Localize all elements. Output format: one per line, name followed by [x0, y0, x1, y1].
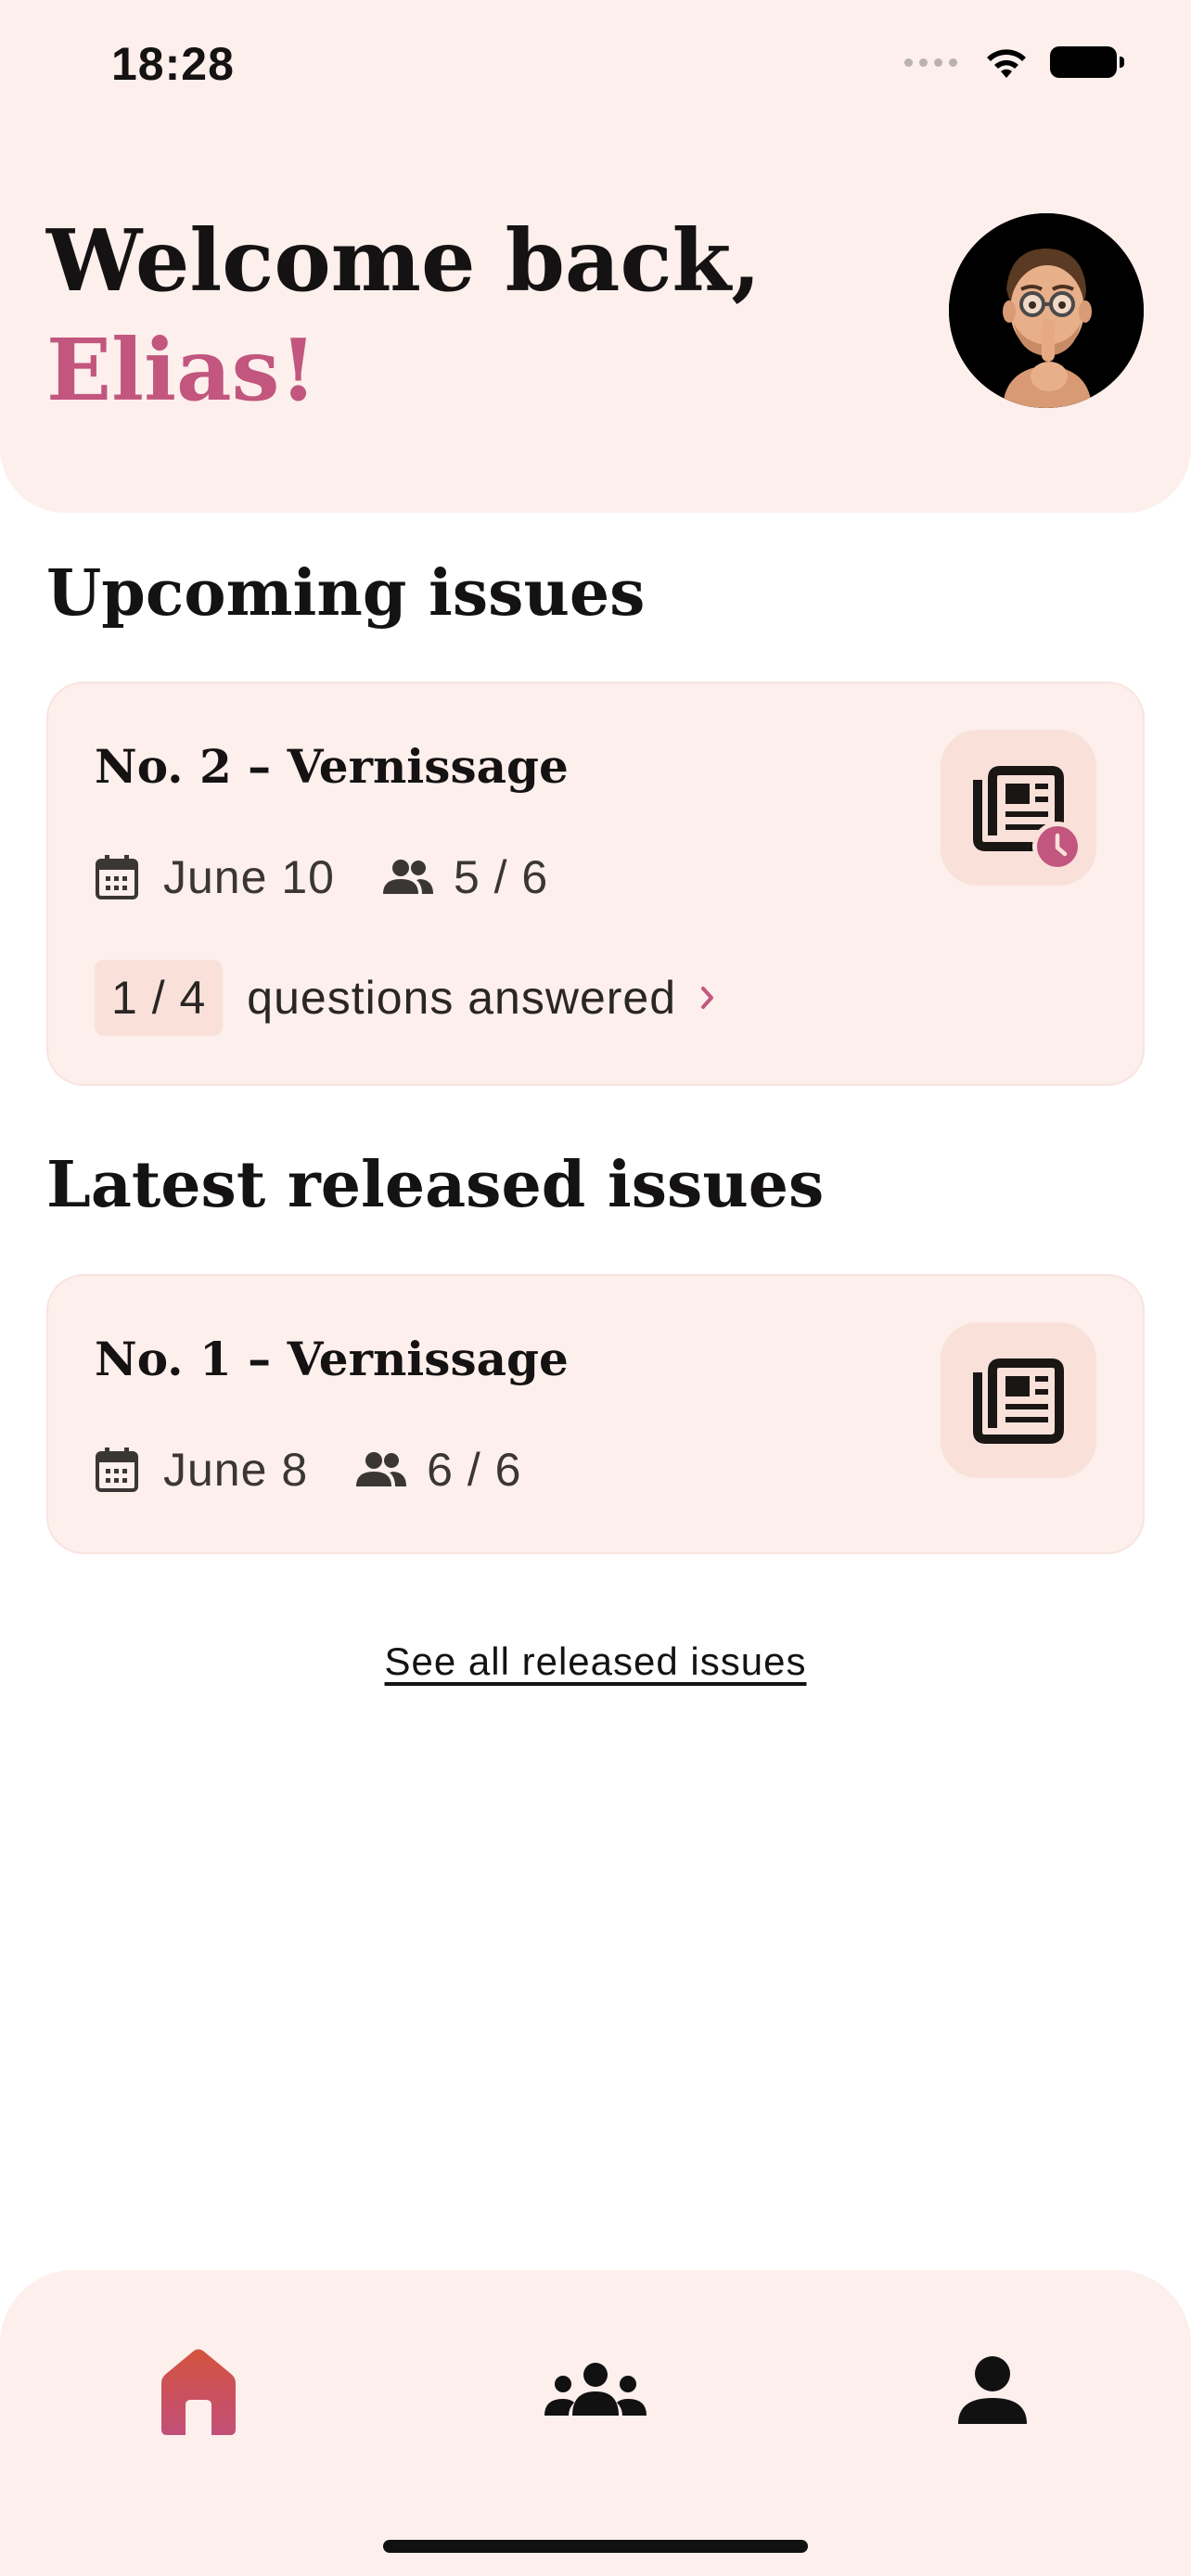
- calendar-icon: [96, 1447, 138, 1492]
- newspaper-pending-icon: [973, 766, 1082, 872]
- upcoming-issue-card[interactable]: No. 2 – Vernissage June 10 5 / 6 1 / 4 q…: [46, 682, 1145, 1086]
- chevron-right-icon: [701, 987, 714, 1009]
- status-icons: [904, 45, 1124, 80]
- issue-meta: June 8 6 / 6: [95, 1443, 521, 1497]
- see-all-released-link[interactable]: See all released issues: [0, 1639, 1191, 1684]
- signal-icon: [904, 57, 957, 67]
- upcoming-section-title: Upcoming issues: [46, 556, 646, 631]
- issue-title: No. 1 – Vernissage: [95, 1332, 569, 1386]
- group-icon: [544, 2363, 647, 2416]
- welcome-greeting: Welcome back,: [46, 210, 762, 311]
- issue-icon-box: [941, 1322, 1096, 1478]
- profile-icon: [958, 2356, 1027, 2424]
- issue-members: 5 / 6: [453, 851, 549, 903]
- header: 18:28 Welcome back, Elias!: [0, 0, 1191, 513]
- issue-date: June 8: [163, 1444, 309, 1496]
- memoji-avatar-icon: [949, 213, 1144, 408]
- people-icon: [356, 1452, 407, 1486]
- calendar-icon: [96, 855, 138, 899]
- nav-profile[interactable]: [928, 2326, 1057, 2455]
- released-issue-card[interactable]: No. 1 – Vernissage June 8 6 / 6: [46, 1274, 1145, 1554]
- avatar[interactable]: [949, 213, 1144, 408]
- issue-icon-box: [941, 730, 1096, 886]
- welcome-heading: Welcome back, Elias!: [46, 206, 761, 425]
- home-icon: [161, 2349, 236, 2435]
- wifi-icon: [987, 49, 1026, 78]
- battery-icon: [1050, 46, 1124, 78]
- issue-meta: June 10 5 / 6: [95, 850, 548, 904]
- answered-count-badge: 1 / 4: [95, 960, 224, 1036]
- issue-date: June 10: [163, 851, 335, 903]
- bottom-nav: [0, 2270, 1191, 2576]
- home-indicator: [383, 2540, 808, 2553]
- released-section-title: Latest released issues: [46, 1148, 825, 1222]
- issue-members: 6 / 6: [427, 1444, 522, 1496]
- welcome-name: Elias!: [46, 320, 317, 420]
- people-icon: [382, 860, 433, 894]
- newspaper-icon: [973, 1358, 1064, 1444]
- questions-progress[interactable]: 1 / 4 questions answered: [95, 960, 715, 1036]
- answered-label: questions answered: [247, 972, 677, 1024]
- issue-title: No. 2 – Vernissage: [95, 739, 569, 794]
- status-time: 18:28: [111, 38, 235, 90]
- nav-groups[interactable]: [531, 2326, 660, 2455]
- nav-home[interactable]: [134, 2326, 263, 2455]
